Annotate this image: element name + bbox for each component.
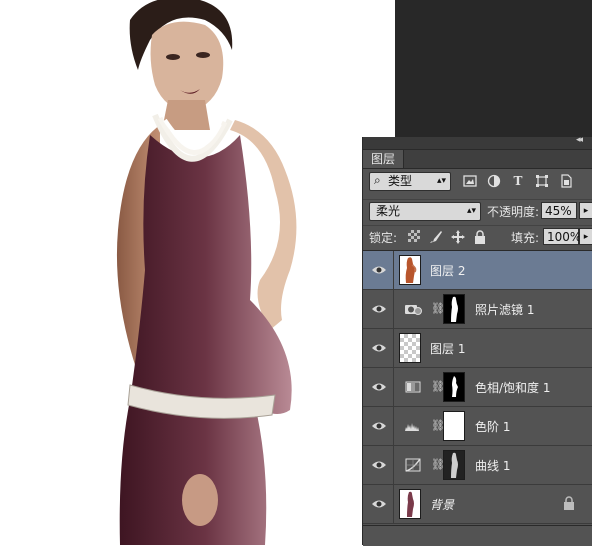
photo-filter-icon [405,305,422,315]
panel-footer [363,525,592,546]
layer-name[interactable]: 图层 1 [430,340,465,357]
visibility-eye-icon[interactable] [371,302,387,316]
link-chain-icon[interactable]: ⛓ [431,458,445,472]
model-photo [116,0,297,545]
layer-lock-icon [564,496,574,510]
layer-mask-thumbnail[interactable] [443,372,465,402]
visibility-eye-icon[interactable] [371,497,387,511]
fill-input[interactable]: 100% [543,228,581,245]
shape-filter-icon[interactable] [535,174,549,188]
blend-opacity-row: 柔光 ▴▾ 不透明度: 45% ▸ [363,199,592,222]
filter-type-label: 类型 [388,174,413,188]
visibility-eye-icon[interactable] [371,341,387,355]
visibility-eye-icon[interactable] [371,419,387,433]
layer-row[interactable]: ⛓ 曲线 1 [363,446,592,485]
fill-dropdown-arrow[interactable]: ▸ [579,228,592,245]
link-chain-icon[interactable]: ⛓ [431,419,445,433]
search-icon: ⌕ [374,173,381,187]
adjustment-filter-icon[interactable] [487,174,501,188]
opacity-dropdown-arrow[interactable]: ▸ [579,202,592,219]
lock-image-pixels-icon[interactable] [429,230,443,244]
layer-name[interactable]: 曲线 1 [475,457,510,474]
layer-name[interactable]: 色阶 1 [475,418,510,435]
layer-name[interactable]: 色相/饱和度 1 [475,379,551,396]
lock-fill-row: 锁定: 填充: 100% ▸ [363,225,592,248]
layers-list: 图层 2 ⛓ 照片滤镜 1 图层 1 ⛓ 色相/饱和度 1 ⛓ 色阶 1 ⛓ 曲… [363,250,592,524]
type-filter-icon[interactable]: T [511,174,525,188]
layer-mask-thumbnail[interactable] [443,411,465,441]
layer-row[interactable]: 图层 2 [363,251,592,290]
divider [393,251,394,289]
smart-object-filter-icon[interactable] [559,174,573,188]
divider [393,446,394,484]
divider [393,290,394,328]
blend-mode-value: 柔光 [376,204,401,218]
fill-label: 填充: [511,231,540,245]
divider [393,485,394,523]
visibility-eye-icon[interactable] [371,263,387,277]
layer-thumbnail[interactable] [399,333,421,363]
levels-icon [405,423,421,431]
layer-row[interactable]: ⛓ 照片滤镜 1 [363,290,592,329]
hue-saturation-icon [405,381,421,393]
curves-icon [405,458,421,472]
opacity-input[interactable]: 45% [541,202,577,219]
layer-name[interactable]: 照片滤镜 1 [475,301,534,318]
link-chain-icon[interactable]: ⛓ [431,380,445,394]
layer-name[interactable]: 背景 [430,496,454,513]
tab-layers[interactable]: 图层 [363,150,405,168]
layer-thumbnail[interactable] [399,489,421,519]
layer-row[interactable]: ⛓ 色相/饱和度 1 [363,368,592,407]
link-chain-icon[interactable]: ⛓ [431,302,445,316]
layers-panel: ◂◂ 图层 ⌕ 类型 ▴▾ T 柔光 ▴▾ 不透明度: 45% ▸ 锁定: 填充… [362,135,592,546]
layer-row[interactable]: 背景 [363,485,592,524]
layer-name[interactable]: 图层 2 [430,262,465,279]
blend-mode-select[interactable]: 柔光 ▴▾ [369,202,481,221]
layer-row[interactable]: 图层 1 [363,329,592,368]
layer-thumbnail[interactable] [399,255,421,285]
panel-tab-bar: 图层 [363,150,592,169]
lock-label: 锁定: [369,231,398,245]
layer-row[interactable]: ⛓ 色阶 1 [363,407,592,446]
divider [393,329,394,367]
image-filter-icon[interactable] [463,174,477,188]
panel-title-bar[interactable]: ◂◂ [363,135,592,150]
divider [393,407,394,445]
layer-mask-thumbnail[interactable] [443,294,465,324]
layer-mask-thumbnail[interactable] [443,450,465,480]
visibility-eye-icon[interactable] [371,380,387,394]
filter-type-select[interactable]: ⌕ 类型 ▴▾ [369,172,451,191]
opacity-label: 不透明度: [487,205,540,219]
chevron-updown-icon: ▴▾ [466,206,476,216]
divider [393,368,394,406]
lock-transparent-pixels-icon[interactable] [407,230,421,244]
collapse-panel-icon[interactable]: ◂◂ [576,135,583,145]
lock-all-icon[interactable] [473,230,487,244]
lock-position-icon[interactable] [451,230,465,244]
visibility-eye-icon[interactable] [371,458,387,472]
chevron-updown-icon: ▴▾ [436,176,446,186]
layer-filter-row: ⌕ 类型 ▴▾ T [363,170,592,192]
